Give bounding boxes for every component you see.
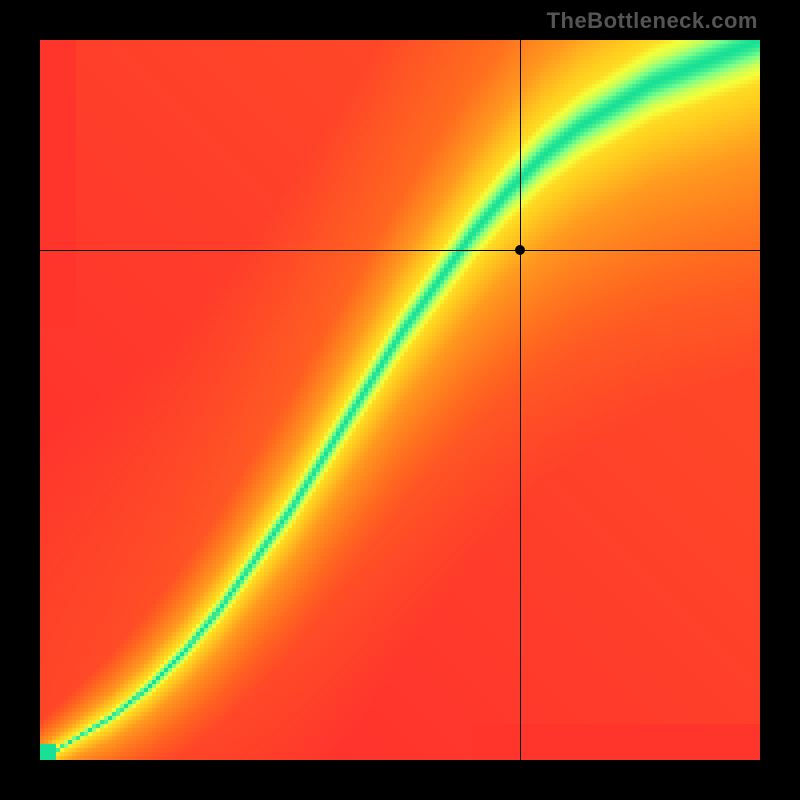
heatmap-plot	[40, 40, 760, 760]
heatmap-canvas	[40, 40, 760, 760]
watermark-text: TheBottleneck.com	[547, 8, 758, 34]
